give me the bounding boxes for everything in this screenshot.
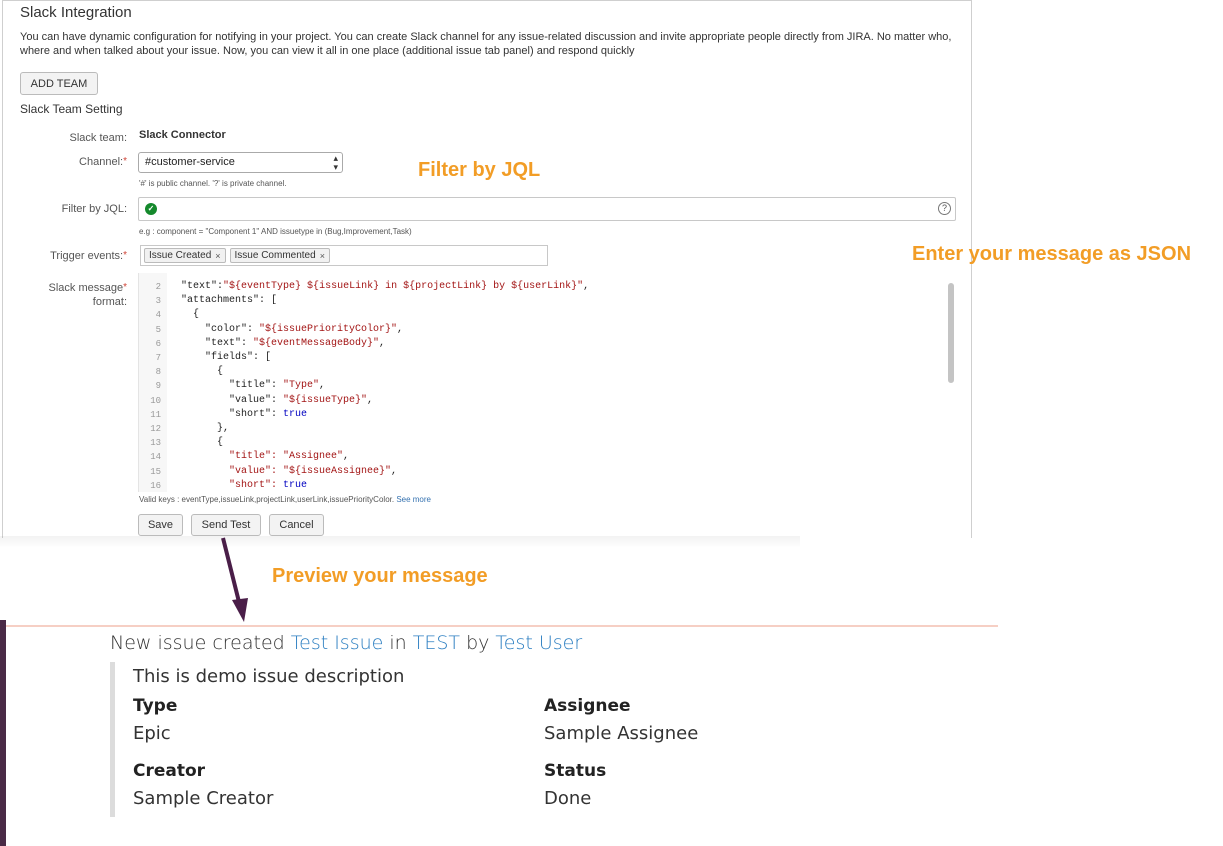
preview-divider xyxy=(0,625,998,627)
preview-headline: New issue created Test Issue in TEST by … xyxy=(110,632,582,654)
field-status-title: Status xyxy=(544,761,607,781)
field-type-value: Epic xyxy=(133,723,171,744)
field-status-value: Done xyxy=(544,788,592,809)
field-type-title: Type xyxy=(133,696,178,716)
arrow-shaft xyxy=(221,537,241,603)
attachment-border xyxy=(110,662,115,817)
field-assignee-value: Sample Assignee xyxy=(544,723,699,744)
issue-link[interactable]: Test Issue xyxy=(291,632,384,654)
arrow-annotation xyxy=(221,537,248,622)
user-link[interactable]: Test User xyxy=(495,632,582,654)
field-creator-value: Sample Creator xyxy=(133,788,274,809)
field-creator-title: Creator xyxy=(133,761,206,781)
headline-by: by xyxy=(460,632,496,654)
arrow-head xyxy=(232,598,248,622)
headline-prefix: New issue created xyxy=(110,632,291,654)
field-assignee-title: Assignee xyxy=(544,696,631,716)
headline-in: in xyxy=(383,632,413,654)
project-link[interactable]: TEST xyxy=(413,632,460,654)
preview-side-bar xyxy=(0,620,6,846)
attachment-body: This is demo issue description xyxy=(133,666,405,687)
